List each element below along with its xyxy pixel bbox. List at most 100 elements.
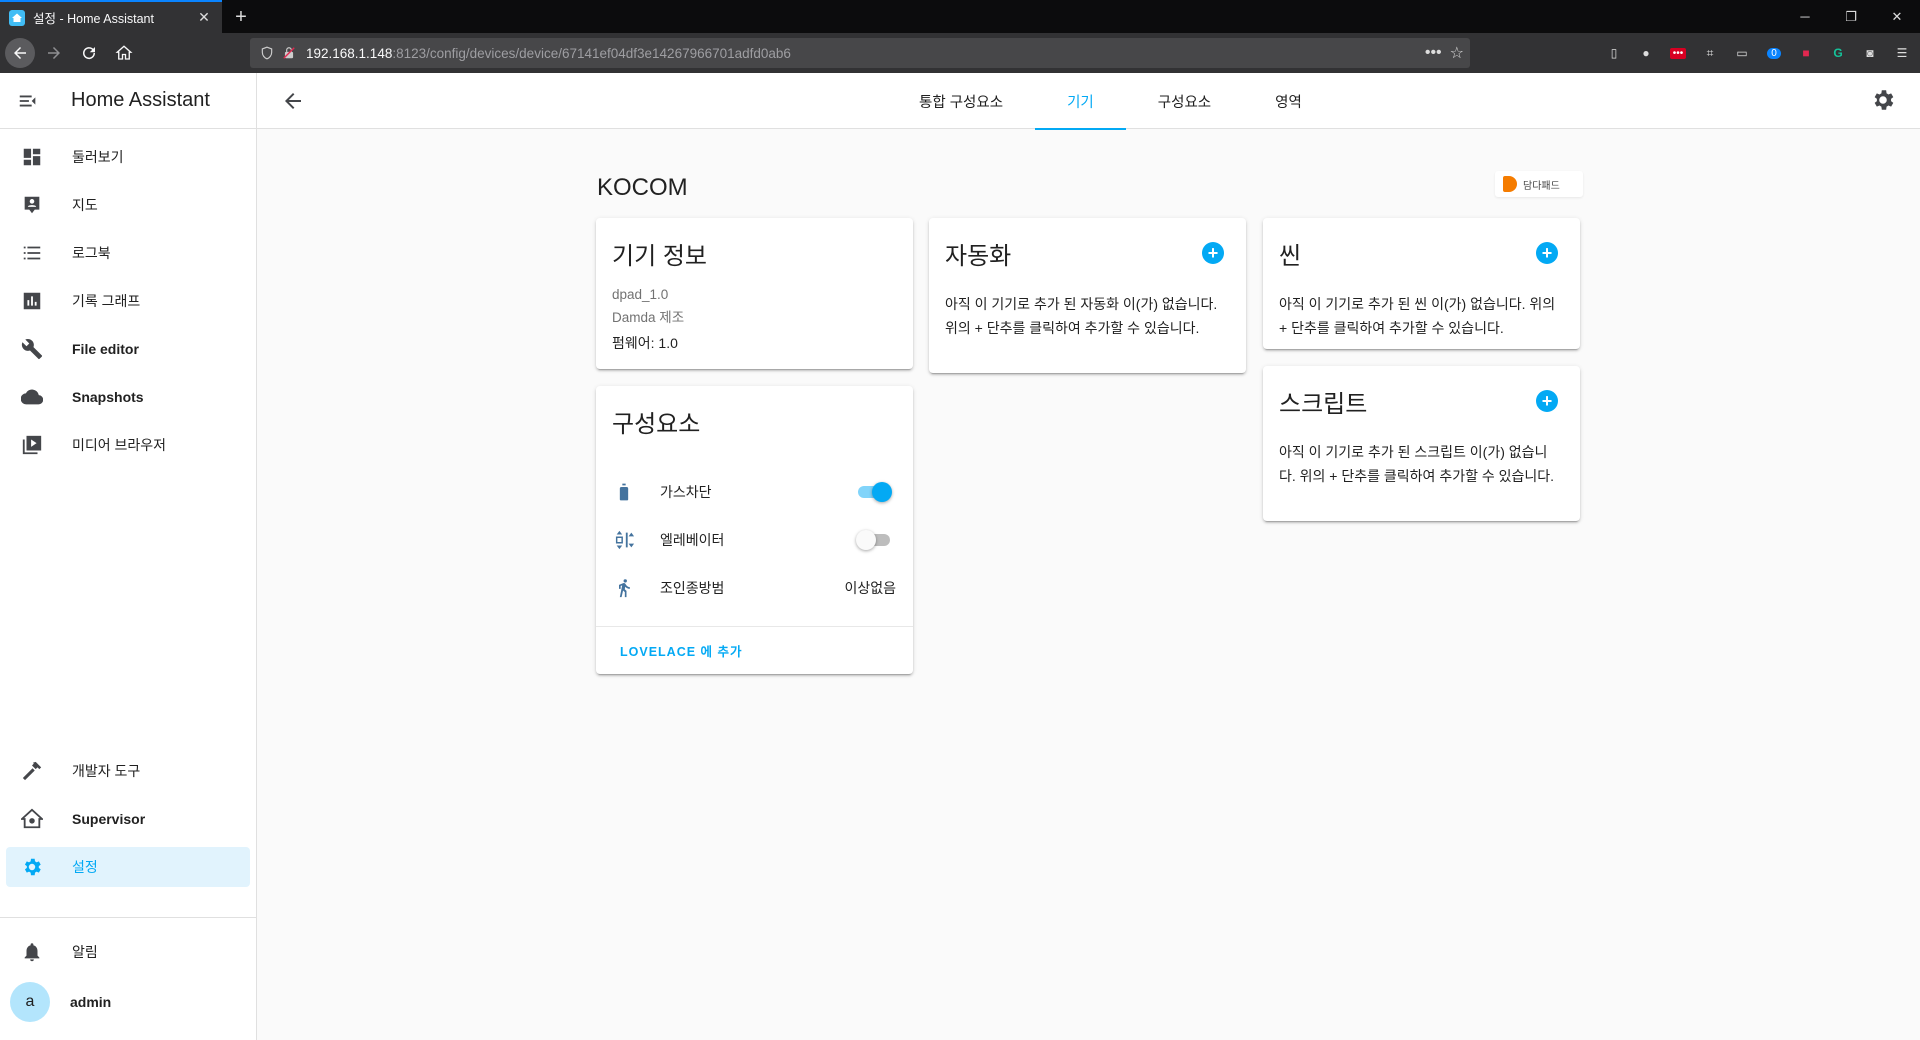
empty-state-text: 아직 이 기기로 추가 된 스크립트 이(가) 없습니다. 위의 + 단추를 클… [1279, 444, 1555, 484]
sidebar-item-label: 설정 [72, 859, 98, 875]
sidebar-item-label: 로그북 [72, 245, 111, 261]
supervisor-icon [10, 808, 54, 830]
sidebar-item-notifications[interactable]: 알림 [6, 932, 250, 972]
avatar: a [10, 982, 50, 1022]
entity-row-elevator[interactable]: 엘레베이터 [596, 516, 912, 564]
sidebar-item-media-browser[interactable]: 미디어 브라우저 [6, 425, 250, 465]
reader-extension-icon[interactable]: ◙ [1858, 41, 1882, 65]
minimize-icon[interactable]: ─ [1782, 0, 1828, 33]
browser-forward-icon[interactable] [38, 37, 70, 69]
device-model: dpad_1.0 [612, 287, 669, 302]
card-title: 구성요소 [612, 411, 701, 438]
sidebar-toggle-icon[interactable]: ▯ [1602, 41, 1626, 65]
entity-row-gas-valve[interactable]: 가스차단 [596, 468, 912, 516]
tab-integrations[interactable]: 통합 구성요소 [887, 73, 1035, 129]
restore-icon[interactable]: ❐ [1828, 0, 1874, 33]
browser-back-icon[interactable] [5, 38, 35, 68]
menu-collapse-icon[interactable] [0, 73, 56, 129]
sidebar-item-developer-tools[interactable]: 개발자 도구 [6, 751, 250, 791]
sidebar-item-file-editor[interactable]: File editor [6, 329, 250, 369]
browser-tab-strip: 설정 - Home Assistant ✕ + ─ ❐ ✕ [0, 0, 1920, 33]
entities-card: 구성요소 가스차단 엘레베이터 조인종방범 이상없음 LOVELACE 에 추가 [596, 386, 913, 674]
device-info-card: 기기 정보 dpad_1.0 Damda 제조 펌웨어: 1.0 [596, 218, 913, 369]
tab-areas[interactable]: 영역 [1243, 73, 1334, 129]
lock-extension-icon[interactable]: ■ [1794, 41, 1818, 65]
card-title: 씬 [1279, 243, 1302, 270]
hammer-icon [10, 760, 54, 782]
media-icon [10, 434, 54, 456]
new-tab-icon[interactable]: + [228, 4, 254, 30]
password-manager-icon[interactable]: ••• [1666, 41, 1690, 65]
crop-icon[interactable]: ⌗ [1698, 41, 1722, 65]
user-name: admin [70, 994, 112, 1010]
sidebar-header: Home Assistant [0, 73, 256, 129]
entity-name: 가스차단 [660, 484, 712, 500]
sidebar-item-label: File editor [72, 341, 139, 357]
account-icon[interactable]: ● [1634, 41, 1658, 65]
close-window-icon[interactable]: ✕ [1874, 0, 1920, 33]
home-assistant-app: Home Assistant 둘러보기 지도 로그북 기록 그래프 File e… [0, 73, 1920, 1040]
sidebar-item-label: 미디어 브라우저 [72, 437, 167, 453]
gas-cylinder-icon [596, 481, 652, 503]
history-chart-icon [10, 290, 54, 312]
brand-label: 담다패드 [1523, 180, 1560, 192]
card-title: 자동화 [945, 243, 1012, 270]
tab-devices[interactable]: 기기 [1035, 73, 1126, 130]
sidebar-item-user[interactable]: a admin [6, 980, 250, 1024]
sidebar-item-history[interactable]: 기록 그래프 [6, 281, 250, 321]
avatar-wrapper: a [8, 982, 52, 1022]
card-actions: LOVELACE 에 추가 [596, 626, 913, 674]
map-icon [10, 194, 54, 216]
url-text[interactable]: 192.168.1.148:8123/config/devices/device… [300, 46, 1425, 61]
entity-row-security[interactable]: 조인종방범 이상없음 [596, 564, 912, 612]
bookmark-star-icon[interactable]: ☆ [1450, 43, 1464, 63]
page-actions-icon[interactable]: ••• [1425, 44, 1442, 62]
shield-icon[interactable] [256, 42, 278, 64]
extension-badge-count: 0 [1767, 47, 1781, 59]
script-card: 스크립트 + 아직 이 기기로 추가 된 스크립트 이(가) 없습니다. 위의 … [1263, 366, 1580, 521]
reload-icon[interactable] [73, 37, 105, 69]
sidebar-item-map[interactable]: 지도 [6, 185, 250, 225]
scene-card: 씬 + 아직 이 기기로 추가 된 씬 이(가) 없습니다. 위의 + 단추를 … [1263, 218, 1580, 349]
device-firmware: 펌웨어: 1.0 [612, 335, 678, 351]
sidebar-item-overview[interactable]: 둘러보기 [6, 137, 250, 177]
sidebar-item-snapshots[interactable]: Snapshots [6, 377, 250, 417]
cloud-icon [10, 386, 54, 408]
automation-card: 자동화 + 아직 이 기기로 추가 된 자동화 이(가) 없습니다. 위의 + … [929, 218, 1246, 373]
sidebar-item-supervisor[interactable]: Supervisor [6, 799, 250, 839]
url-bar[interactable]: 192.168.1.148:8123/config/devices/device… [250, 38, 1470, 68]
walk-icon [596, 577, 652, 599]
close-tab-icon[interactable]: ✕ [195, 9, 213, 27]
add-scene-plus-icon[interactable]: + [1536, 242, 1558, 264]
wrench-icon [10, 338, 54, 360]
browser-tab[interactable]: 설정 - Home Assistant ✕ [0, 0, 222, 33]
screenshot-icon[interactable]: ▭ [1730, 41, 1754, 65]
url-host: 192.168.1.148 [306, 45, 393, 61]
device-settings-gear-icon[interactable] [1870, 87, 1898, 115]
sidebar-item-settings[interactable]: 설정 [6, 847, 250, 887]
grammarly-icon[interactable]: G [1826, 41, 1850, 65]
tab-entities[interactable]: 구성요소 [1126, 73, 1243, 129]
gas-valve-toggle[interactable] [856, 482, 892, 502]
add-automation-plus-icon[interactable]: + [1202, 242, 1224, 264]
back-arrow-icon[interactable] [281, 89, 305, 113]
entity-name: 엘레베이터 [660, 532, 725, 548]
sidebar-item-label: 지도 [72, 197, 98, 213]
add-to-lovelace-button[interactable]: LOVELACE 에 추가 [620, 641, 743, 660]
browser-menu-icon[interactable]: ☰ [1890, 41, 1914, 65]
page-title: KOCOM [597, 174, 688, 201]
top-toolbar: 통합 구성요소 기기 구성요소 영역 [257, 73, 1920, 130]
config-tabs: 통합 구성요소 기기 구성요소 영역 [887, 73, 1334, 130]
home-icon[interactable] [108, 37, 140, 69]
gear-icon [10, 856, 54, 878]
sidebar-item-label: Supervisor [72, 811, 146, 827]
sidebar-item-label: 개발자 도구 [72, 763, 141, 779]
insecure-lock-icon[interactable] [278, 42, 300, 64]
sidebar-item-logbook[interactable]: 로그북 [6, 233, 250, 273]
device-manufacturer: Damda 제조 [612, 310, 685, 325]
sidebar-item-label: Snapshots [72, 389, 144, 405]
home-assistant-favicon-icon [9, 9, 25, 26]
elevator-toggle[interactable] [856, 530, 892, 550]
extension-badge-icon[interactable]: 0 [1762, 41, 1786, 65]
add-script-plus-icon[interactable]: + [1536, 390, 1558, 412]
